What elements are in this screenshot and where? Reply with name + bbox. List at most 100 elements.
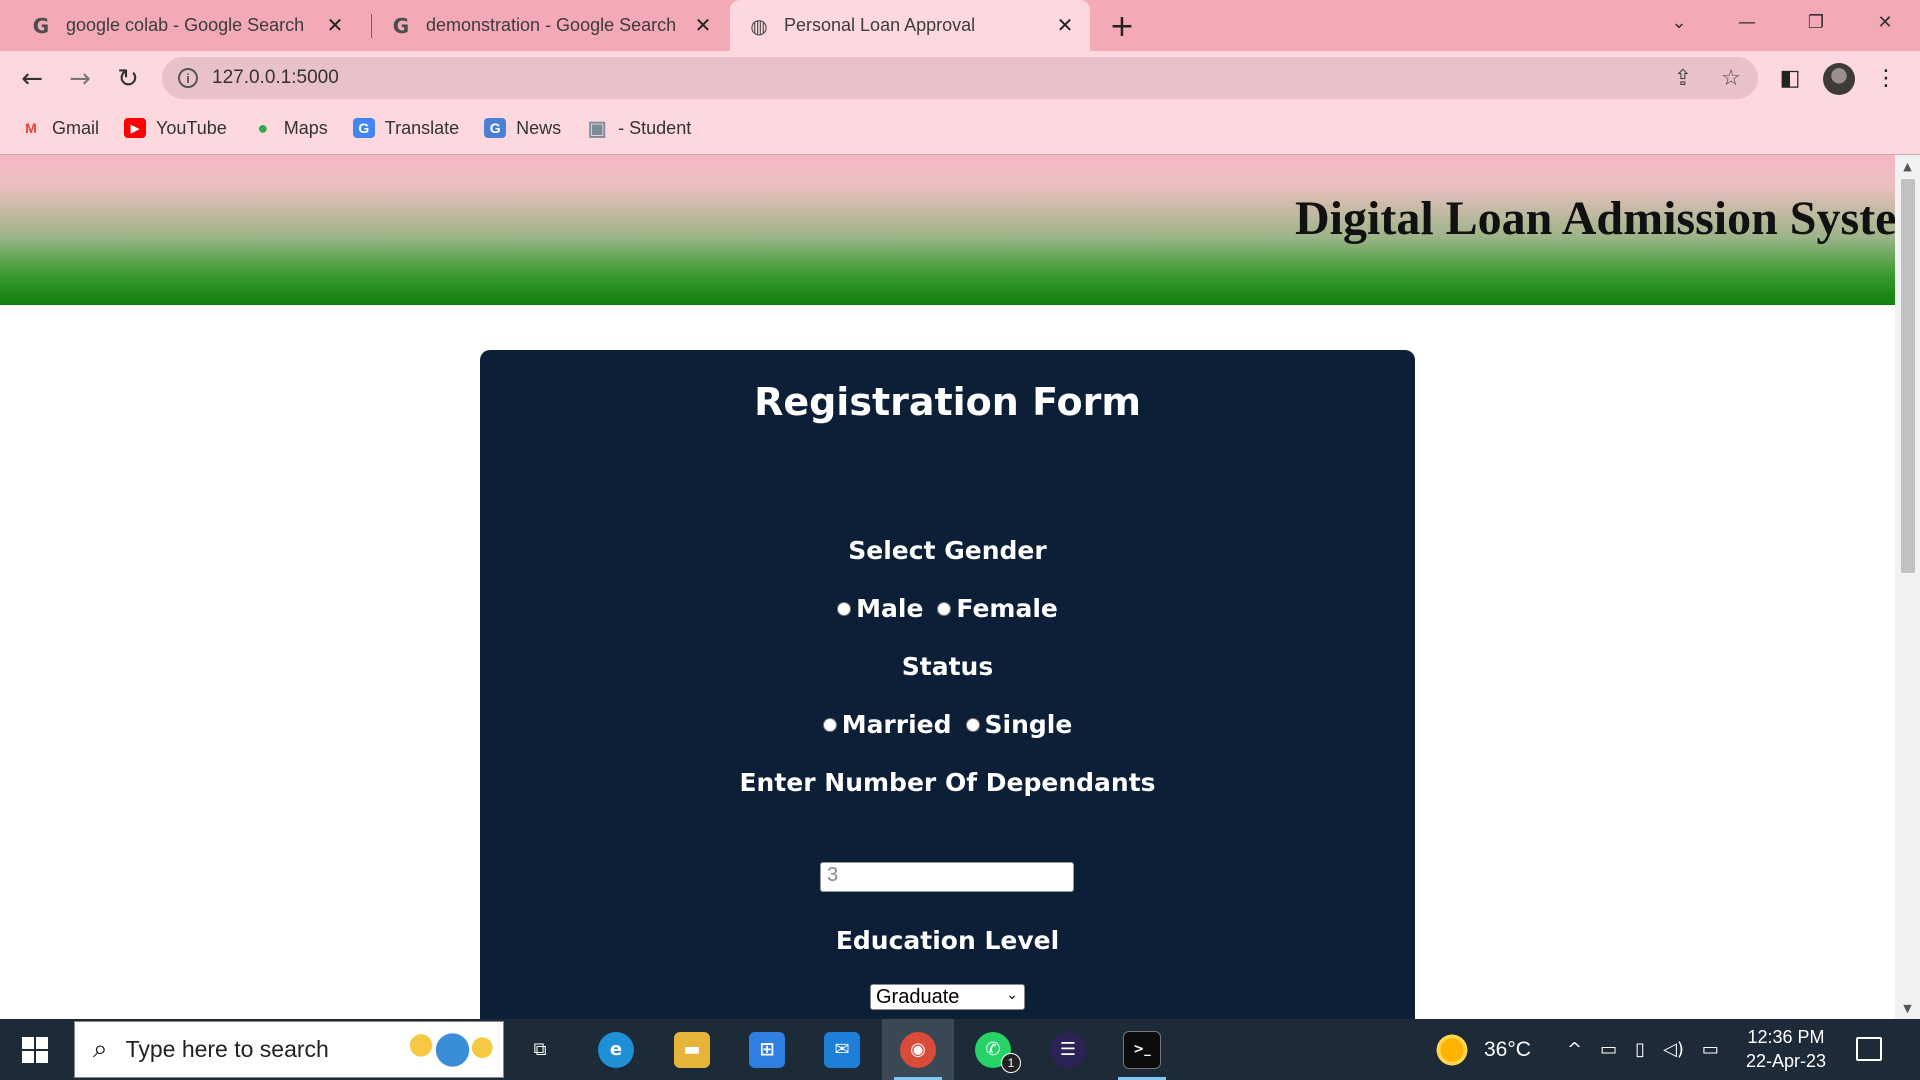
profile-avatar[interactable] [1823,63,1855,95]
bookmark-label: - Student [618,117,692,138]
bookmark-news[interactable]: G News [484,118,561,139]
bookmark-maps[interactable]: ● Maps [252,117,328,139]
translate-icon: G [352,118,375,138]
taskbar: ⌕ Type here to search ⧉ e ▬ ⊞ ✉ ◉ ✆ 1 ☰ … [0,1019,1920,1080]
bookmark-label: News [516,117,562,138]
bookmark-youtube[interactable]: ▶ YouTube [124,118,227,139]
notification-center-icon[interactable] [1856,1037,1882,1061]
chrome-icon: ◉ [900,1031,936,1068]
search-placeholder: Type here to search [125,1036,329,1062]
tab-demonstration[interactable]: G demonstration - Google Search ✕ [360,0,728,51]
start-pane [22,1037,34,1049]
education-select[interactable]: Graduate ⌄ [870,984,1025,1010]
tablet-icon[interactable]: ▯ [1635,1039,1645,1060]
edge-button[interactable]: e [580,1019,652,1080]
share-icon[interactable]: ⇪ [1670,65,1696,91]
clock-time: 12:36 PM [1747,1027,1825,1047]
tab-personal-loan-approval[interactable]: ◍ Personal Loan Approval ✕ [730,0,1090,51]
battery-icon[interactable]: ▭ [1600,1039,1617,1060]
bookmark-student[interactable]: ▣ - Student [586,117,692,140]
system-tray: ^ ▭ ▯ ◁) ▭ [1558,1019,1728,1080]
registration-form: Registration Form Select Gender Male Fem… [480,350,1415,1019]
task-view-icon: ⧉ [533,1039,547,1060]
tab-title: demonstration - Google Search [426,15,677,35]
news-icon: G [484,118,507,138]
start-pane [22,1051,34,1063]
page-scrollbar[interactable]: ▲ ▼ [1895,155,1920,1019]
restore-icon[interactable]: ❐ [1796,6,1836,38]
tab-search-icon[interactable]: ⌄ [1659,6,1699,38]
mail-button[interactable]: ✉ [806,1019,878,1080]
taskbar-search[interactable]: ⌕ Type here to search [74,1021,504,1078]
windows-start-icon[interactable] [14,1035,56,1065]
bookmark-label: Translate [384,117,460,138]
bookmark-gmail[interactable]: M Gmail [20,118,99,139]
radio-label-male[interactable]: Male [856,594,923,623]
close-icon[interactable]: ✕ [324,13,346,37]
dependants-input[interactable]: 3 [820,862,1074,892]
chrome-button[interactable]: ◉ [882,1019,954,1080]
clock-date: 22-Apr-23 [1745,1051,1827,1071]
side-panel-icon[interactable]: ◧ [1775,63,1805,93]
microsoft-store-button[interactable]: ⊞ [731,1019,803,1080]
radio-male[interactable] [837,601,852,616]
bookmark-label: Maps [283,117,328,138]
weather-widget[interactable]: 36°C [1434,1019,1531,1080]
page-viewport: Digital Loan Admission Syste Registratio… [0,155,1895,1019]
google-g-icon: G [32,13,50,38]
window-close-icon[interactable]: ✕ [1865,6,1905,38]
radio-married[interactable] [822,717,837,732]
chevron-up-icon[interactable]: ^ [1567,1039,1582,1060]
bookmark-translate[interactable]: G Translate [352,117,460,139]
task-view-button[interactable]: ⧉ [504,1019,576,1080]
globe-icon: ◍ [750,13,768,38]
taskbar-clock[interactable]: 12:36 PM 22-Apr-23 [1736,1025,1836,1073]
address-bar[interactable]: i 127.0.0.1:5000 ⇪ ☆ [162,57,1758,99]
folder-icon: ▬ [674,1031,710,1068]
site-title: Digital Loan Admission Syste [1295,192,1895,245]
radio-label-single[interactable]: Single [985,710,1073,739]
start-pane [36,1037,48,1049]
start-pane [36,1051,48,1063]
gmail-icon: M [25,120,37,136]
bookmarks-bar: M Gmail ▶ YouTube ● Maps G Translate G N… [20,113,716,143]
scroll-down-icon[interactable]: ▼ [1895,999,1920,1017]
file-explorer-button[interactable]: ▬ [656,1019,728,1080]
tab-title: google colab - Google Search [66,15,305,35]
new-tab-button[interactable]: + [1106,9,1138,44]
student-image-icon: ▣ [587,117,607,140]
scroll-up-icon[interactable]: ▲ [1895,157,1920,175]
close-icon[interactable]: ✕ [692,13,714,37]
edge-icon: e [598,1031,634,1068]
minimize-icon[interactable]: — [1727,6,1767,38]
volume-icon[interactable]: ◁) [1663,1039,1684,1060]
close-icon[interactable]: ✕ [1054,13,1076,37]
whatsapp-button[interactable]: ✆ 1 [957,1019,1029,1080]
maps-pin-icon: ● [257,117,269,138]
chevron-down-icon: ⌄ [1006,987,1018,1003]
tab-strip: G google colab - Google Search ✕ G demon… [0,0,1920,51]
scroll-thumb[interactable] [1901,179,1915,573]
reload-icon[interactable]: ↻ [110,61,146,97]
tab-google-colab[interactable]: G google colab - Google Search ✕ [0,0,360,51]
menu-icon[interactable]: ⋮ [1871,63,1901,93]
education-selected-value: Graduate [876,985,960,1008]
radio-female[interactable] [937,601,952,616]
tab-title: Personal Loan Approval [784,15,976,35]
google-g-icon: G [392,13,410,38]
bookmark-star-icon[interactable]: ☆ [1718,65,1744,91]
forward-icon[interactable]: → [62,61,98,97]
radio-label-married[interactable]: Married [842,710,952,739]
network-icon[interactable]: ▭ [1702,1039,1719,1060]
status-options: Married Single [480,710,1415,739]
radio-single[interactable] [965,717,980,732]
terminal-button[interactable]: >_ [1106,1019,1178,1080]
site-info-icon[interactable]: i [178,68,198,88]
back-icon[interactable]: ← [14,61,50,97]
url-text[interactable]: 127.0.0.1:5000 [212,67,339,89]
radio-label-female[interactable]: Female [956,594,1057,623]
search-highlight-globe-icon [403,1027,493,1073]
eclipse-button[interactable]: ☰ [1032,1019,1104,1080]
header-banner: Digital Loan Admission Syste [0,155,1895,305]
notification-badge: 1 [1001,1053,1021,1073]
